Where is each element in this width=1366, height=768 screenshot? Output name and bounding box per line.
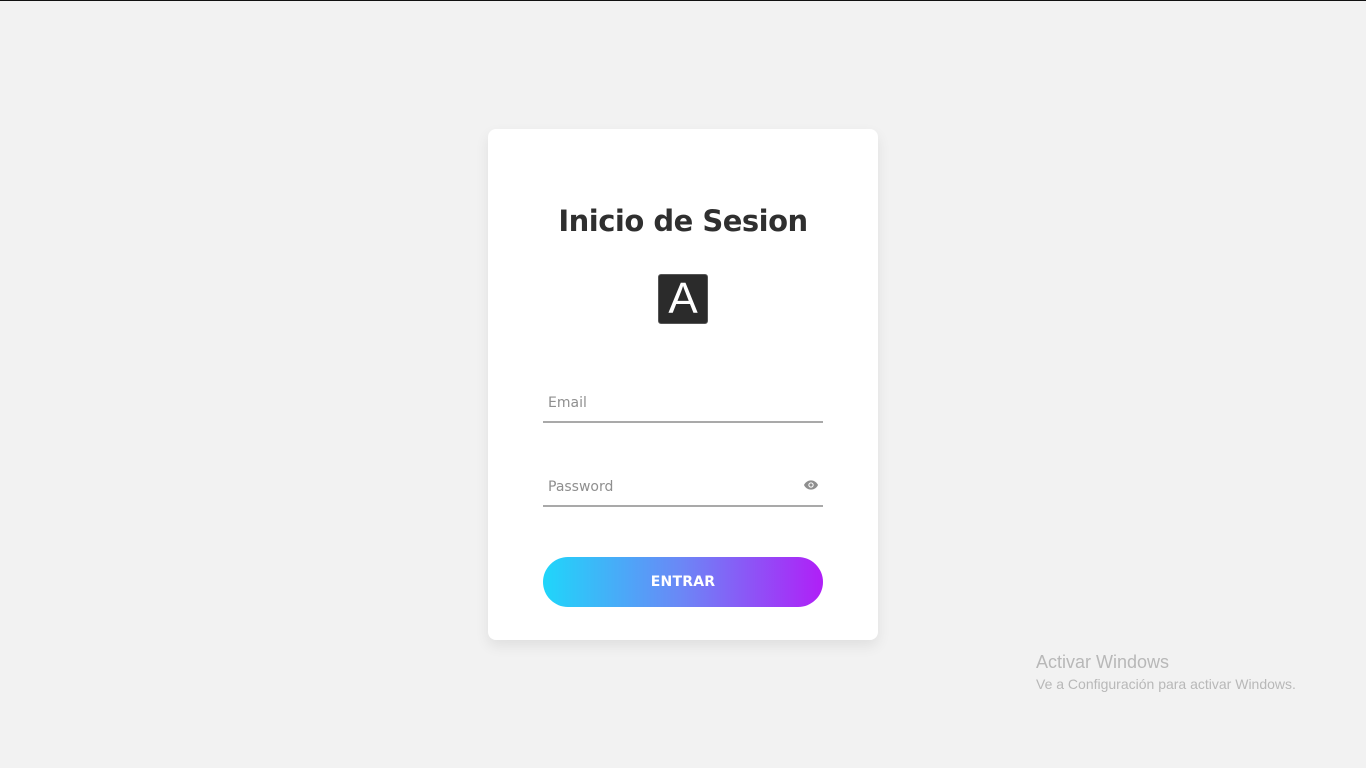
password-field-container <box>543 469 823 507</box>
password-input[interactable] <box>543 469 823 505</box>
eye-icon[interactable] <box>803 477 819 493</box>
email-field-container <box>543 385 823 423</box>
watermark-title: Activar Windows <box>1036 652 1170 672</box>
submit-button[interactable]: ENTRAR <box>543 557 823 607</box>
page-title: Inicio de Sesion <box>558 204 808 238</box>
logo-letter: A <box>668 274 698 323</box>
top-border-line <box>0 0 1366 1</box>
watermark-subtitle: Ve a Configuración para activar Windows. <box>1036 676 1296 692</box>
windows-activation-watermark: Activar Windows Ve a Configuración para … <box>1036 651 1296 694</box>
email-input[interactable] <box>543 385 823 421</box>
app-logo: A <box>658 274 708 324</box>
